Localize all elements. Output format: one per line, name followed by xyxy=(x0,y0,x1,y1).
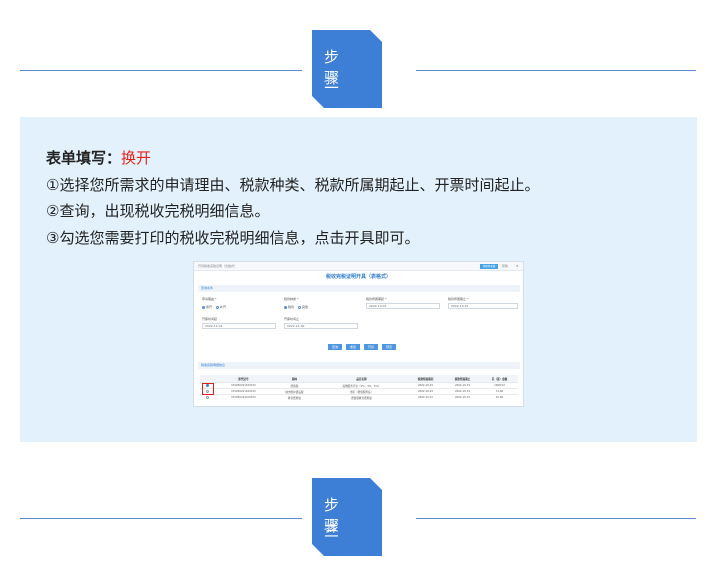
reason-option-supplement[interactable]: 补开 xyxy=(216,305,226,309)
tax-detail-table: 原凭证号 税种 品目名称 税款所属期起 税款所属期止 实（退）金额 331050… xyxy=(200,375,518,400)
tax-kind-label: 税款种类 * xyxy=(284,297,299,301)
table-header: 品目名称 xyxy=(316,375,408,383)
divider-right xyxy=(416,518,696,519)
section-query: 查询条件 xyxy=(198,285,520,292)
screenshot-topbar: 开具税收完税证明（表格式） 切换到老版 帮助 ✕ xyxy=(194,262,523,271)
heading-value: 换开 xyxy=(121,149,152,167)
period-start-input[interactable]: 2022-10-01 xyxy=(366,303,440,309)
table-header: 实（退）金额 xyxy=(480,375,518,383)
instruction-heading: 表单填写：换开 xyxy=(46,149,152,167)
period-end-label: 税款所属期止 * xyxy=(448,297,469,301)
instruction-line-2: ②查询，出现税收完税明细信息。 xyxy=(46,202,270,220)
reason-option-reissue[interactable]: 换开 xyxy=(202,305,212,309)
reset-button[interactable]: 重置 xyxy=(346,344,360,350)
table-header: 税款所属期起 xyxy=(407,375,444,383)
close-icon[interactable]: ✕ xyxy=(516,264,519,268)
instruction-line-3: ③勾选您需要打印的税收完税明细信息，点击开具即可。 xyxy=(46,228,420,247)
divider-left xyxy=(20,518,302,519)
step-number: 二 xyxy=(324,74,340,92)
preview-button[interactable]: 预览 xyxy=(382,344,396,350)
invoice-start-input[interactable]: 2022-11-01 xyxy=(202,323,276,329)
instruction-line-1: ①选择您所需求的申请理由、税款种类、税款所属期起止、开票时间起止。 xyxy=(46,175,540,194)
query-button[interactable]: 查询 xyxy=(328,344,342,350)
divider-right xyxy=(416,70,696,71)
period-end-input[interactable]: 2022-10-31 xyxy=(448,303,518,309)
instruction-panel: 表单填写：换开 ①选择您所需求的申请理由、税款种类、税款所属期起止、开票时间起止… xyxy=(20,117,697,442)
issue-button[interactable]: 开具 xyxy=(364,344,378,350)
screenshot-title: 税收完税证明开具（表格式） xyxy=(325,274,391,280)
step-number: 三 xyxy=(324,522,340,540)
step-two-header: 步 骤 二 xyxy=(0,30,716,110)
table-header: 原凭证号 xyxy=(214,375,273,383)
invoice-end-input[interactable]: 2022-11-30 xyxy=(284,323,358,329)
table-header xyxy=(200,375,214,383)
breadcrumb: 开具税收完税证明（表格式） xyxy=(198,264,238,268)
help-link[interactable]: 帮助 xyxy=(502,264,508,268)
selection-highlight xyxy=(202,383,214,395)
reason-label: 申请理由 * xyxy=(202,297,217,301)
step-three-header: 步 骤 三 xyxy=(0,478,716,558)
tax-kind-option-other[interactable]: 其他 xyxy=(298,305,308,309)
invoice-start-label: 开票时间起 xyxy=(202,317,218,321)
tax-kind-option-tax[interactable]: 税款 xyxy=(284,305,294,309)
period-start-label: 税款所属期起 * xyxy=(366,297,387,301)
table-header: 税款所属期止 xyxy=(444,375,481,383)
section-result: 税收完税明细信息 xyxy=(198,362,520,369)
switch-version-button[interactable]: 切换到老版 xyxy=(480,263,498,269)
table-header-row: 原凭证号 税种 品目名称 税款所属期起 税款所属期止 实（退）金额 xyxy=(200,375,518,383)
table-row[interactable]: 331050221100472 教育费附加 增值税教育费附加 2022-10-0… xyxy=(200,394,518,400)
table-header: 税种 xyxy=(272,375,316,383)
step-badge: 步 骤 二 xyxy=(312,30,382,108)
invoice-end-label: 开票时间止 xyxy=(284,317,300,321)
divider-left xyxy=(20,70,302,71)
instruction-text: 表单填写：换开 ①选择您所需求的申请理由、税款种类、税款所属期起止、开票时间起止… xyxy=(46,145,539,251)
step-badge: 步 骤 三 xyxy=(312,478,382,556)
embedded-screenshot: 开具税收完税证明（表格式） 切换到老版 帮助 ✕ 税收完税证明开具（表格式） 查… xyxy=(193,261,524,407)
row-checkbox[interactable] xyxy=(200,394,214,400)
